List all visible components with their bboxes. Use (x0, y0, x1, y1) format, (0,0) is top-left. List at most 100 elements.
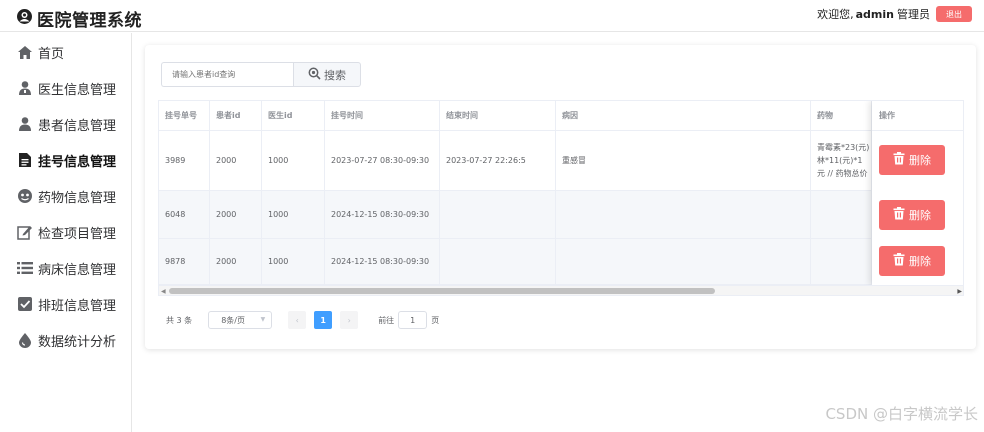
sidebar-item-medicine[interactable]: 药物信息管理 (16, 185, 116, 207)
search-input[interactable] (161, 62, 293, 87)
col-header: 挂号单号 (159, 101, 210, 130)
col-header: 操作 (872, 101, 963, 131)
cell-doctor-id: 1000 (262, 131, 325, 190)
cell-end-time: 2023-07-27 22:26:5 (440, 131, 556, 190)
delete-label: 删除 (909, 155, 931, 167)
patient-icon (16, 115, 34, 133)
search-button[interactable]: 搜索 (293, 62, 361, 87)
sidebar-item-beds[interactable]: 病床信息管理 (16, 257, 116, 279)
sidebar-item-label: 药物信息管理 (38, 190, 117, 206)
cell-meds (811, 239, 872, 284)
cell-reg-time: 2023-07-27 08:30-09:30 (325, 131, 440, 190)
cell-reg-id: 9878 (159, 239, 210, 284)
delete-label: 删除 (909, 256, 931, 268)
sidebar-item-label: 挂号信息管理 (38, 154, 117, 170)
cell-reg-time: 2024-12-15 08:30-09:30 (325, 239, 440, 284)
col-header: 医生id (262, 101, 325, 130)
trash-icon (893, 253, 909, 269)
horizontal-scrollbar[interactable]: ◀ ▶ (159, 285, 963, 295)
trash-icon (893, 207, 909, 223)
col-header: 结束时间 (440, 101, 556, 130)
content-card: 搜索 挂号单号 患者id 医生id 挂号时间 结束时间 病因 药物 3989 2… (145, 45, 976, 349)
total-count: 共 3 条 (166, 315, 193, 325)
goto-page-input[interactable] (398, 311, 428, 329)
col-header: 病因 (556, 101, 811, 130)
cell-cause (556, 239, 811, 284)
sidebar-item-label: 数据统计分析 (38, 334, 117, 350)
drop-icon (16, 331, 34, 349)
sidebar-item-schedule[interactable]: 排班信息管理 (16, 293, 116, 315)
delete-button[interactable]: 删除 (879, 246, 945, 276)
scroll-left-icon[interactable]: ◀ (161, 288, 166, 295)
cell-patient-id: 2000 (210, 131, 262, 190)
cell-doctor-id: 1000 (262, 191, 325, 238)
sidebar-item-label: 医生信息管理 (38, 82, 117, 98)
sidebar-item-registration[interactable]: 挂号信息管理 (16, 149, 116, 171)
table-row: 3989 2000 1000 2023-07-27 08:30-09:30 20… (159, 131, 963, 191)
search-bar: 搜索 (161, 62, 361, 87)
sidebar-item-home[interactable]: 首页 (16, 41, 64, 63)
cell-reg-id: 6048 (159, 191, 210, 238)
watermark: CSDN @白字横流学长 (825, 405, 978, 423)
edit-check-icon (16, 223, 34, 241)
sidebar-item-label: 检查项目管理 (38, 226, 117, 242)
scrollbar-thumb[interactable] (169, 288, 715, 294)
page-suffix: 页 (431, 315, 440, 325)
medicine-icon (16, 187, 34, 205)
sidebar-item-patients[interactable]: 患者信息管理 (16, 113, 116, 135)
delete-button[interactable]: 删除 (879, 200, 945, 230)
scroll-right-icon[interactable]: ▶ (957, 288, 962, 295)
cell-cause (556, 191, 811, 238)
register-doc-icon (16, 151, 34, 169)
cell-meds (811, 191, 872, 238)
page-size-value: 8条/页 (221, 315, 245, 325)
username: admin (855, 7, 894, 21)
top-header: 医院管理系统 欢迎您, admin 管理员 退出 (0, 0, 984, 32)
doctor-icon (16, 79, 34, 97)
main-content: 搜索 挂号单号 患者id 医生id 挂号时间 结束时间 病因 药物 3989 2… (133, 33, 984, 432)
user-role: 管理员 (897, 8, 930, 21)
col-header: 患者id (210, 101, 262, 130)
welcome-text: 欢迎您, (817, 8, 854, 21)
page-size-select[interactable]: 8条/页 ▼ (208, 311, 273, 329)
chevron-down-icon: ▼ (260, 316, 266, 323)
cell-cause: 重感冒 (556, 131, 811, 190)
chevron-left-icon: ‹ (295, 315, 299, 325)
cell-patient-id: 2000 (210, 191, 262, 238)
sidebar-item-doctors[interactable]: 医生信息管理 (16, 77, 116, 99)
cell-meds: 青霉素*23(元) 林*11(元)*1 元 // 药物总价 (811, 131, 872, 190)
sidebar-item-label: 首页 (38, 46, 65, 62)
sidebar-item-statistics[interactable]: 数据统计分析 (16, 329, 116, 351)
registration-table: 挂号单号 患者id 医生id 挂号时间 结束时间 病因 药物 3989 2000… (158, 100, 964, 296)
table-row: 6048 2000 1000 2024-12-15 08:30-09:30 (159, 191, 963, 239)
delete-button[interactable]: 删除 (879, 145, 945, 175)
cell-end-time (440, 191, 556, 238)
chevron-right-icon: › (347, 315, 351, 325)
prev-page-button[interactable]: ‹ (288, 311, 307, 329)
cell-reg-time: 2024-12-15 08:30-09:30 (325, 191, 440, 238)
sidebar-item-label: 病床信息管理 (38, 262, 117, 278)
next-page-button[interactable]: › (340, 311, 359, 329)
cell-end-time (440, 239, 556, 284)
sidebar-item-exams[interactable]: 检查项目管理 (16, 221, 116, 243)
app-logo: 医院管理系统 (16, 6, 142, 31)
goto-label: 前往 (378, 315, 395, 325)
sidebar-item-label: 患者信息管理 (38, 118, 117, 134)
delete-label: 删除 (909, 210, 931, 222)
operations-column: 操作 删除 删除 删除 (872, 101, 963, 285)
logout-button[interactable]: 退出 (936, 6, 972, 22)
search-icon (308, 67, 324, 83)
user-area: 欢迎您, admin 管理员 退出 (817, 6, 972, 22)
list-icon (16, 259, 34, 277)
search-button-label: 搜索 (324, 69, 346, 82)
home-icon (16, 43, 34, 61)
app-title: 医院管理系统 (37, 11, 142, 31)
logo-icon (16, 8, 33, 29)
cell-doctor-id: 1000 (262, 239, 325, 284)
page-number-current[interactable]: 1 (314, 311, 333, 329)
cell-reg-id: 3989 (159, 131, 210, 190)
table-header-row: 挂号单号 患者id 医生id 挂号时间 结束时间 病因 药物 (159, 101, 963, 131)
pagination: 共 3 条 8条/页 ▼ ‹ 1 › 前往 页 (166, 311, 439, 329)
cell-patient-id: 2000 (210, 239, 262, 284)
checkbox-icon (16, 295, 34, 313)
